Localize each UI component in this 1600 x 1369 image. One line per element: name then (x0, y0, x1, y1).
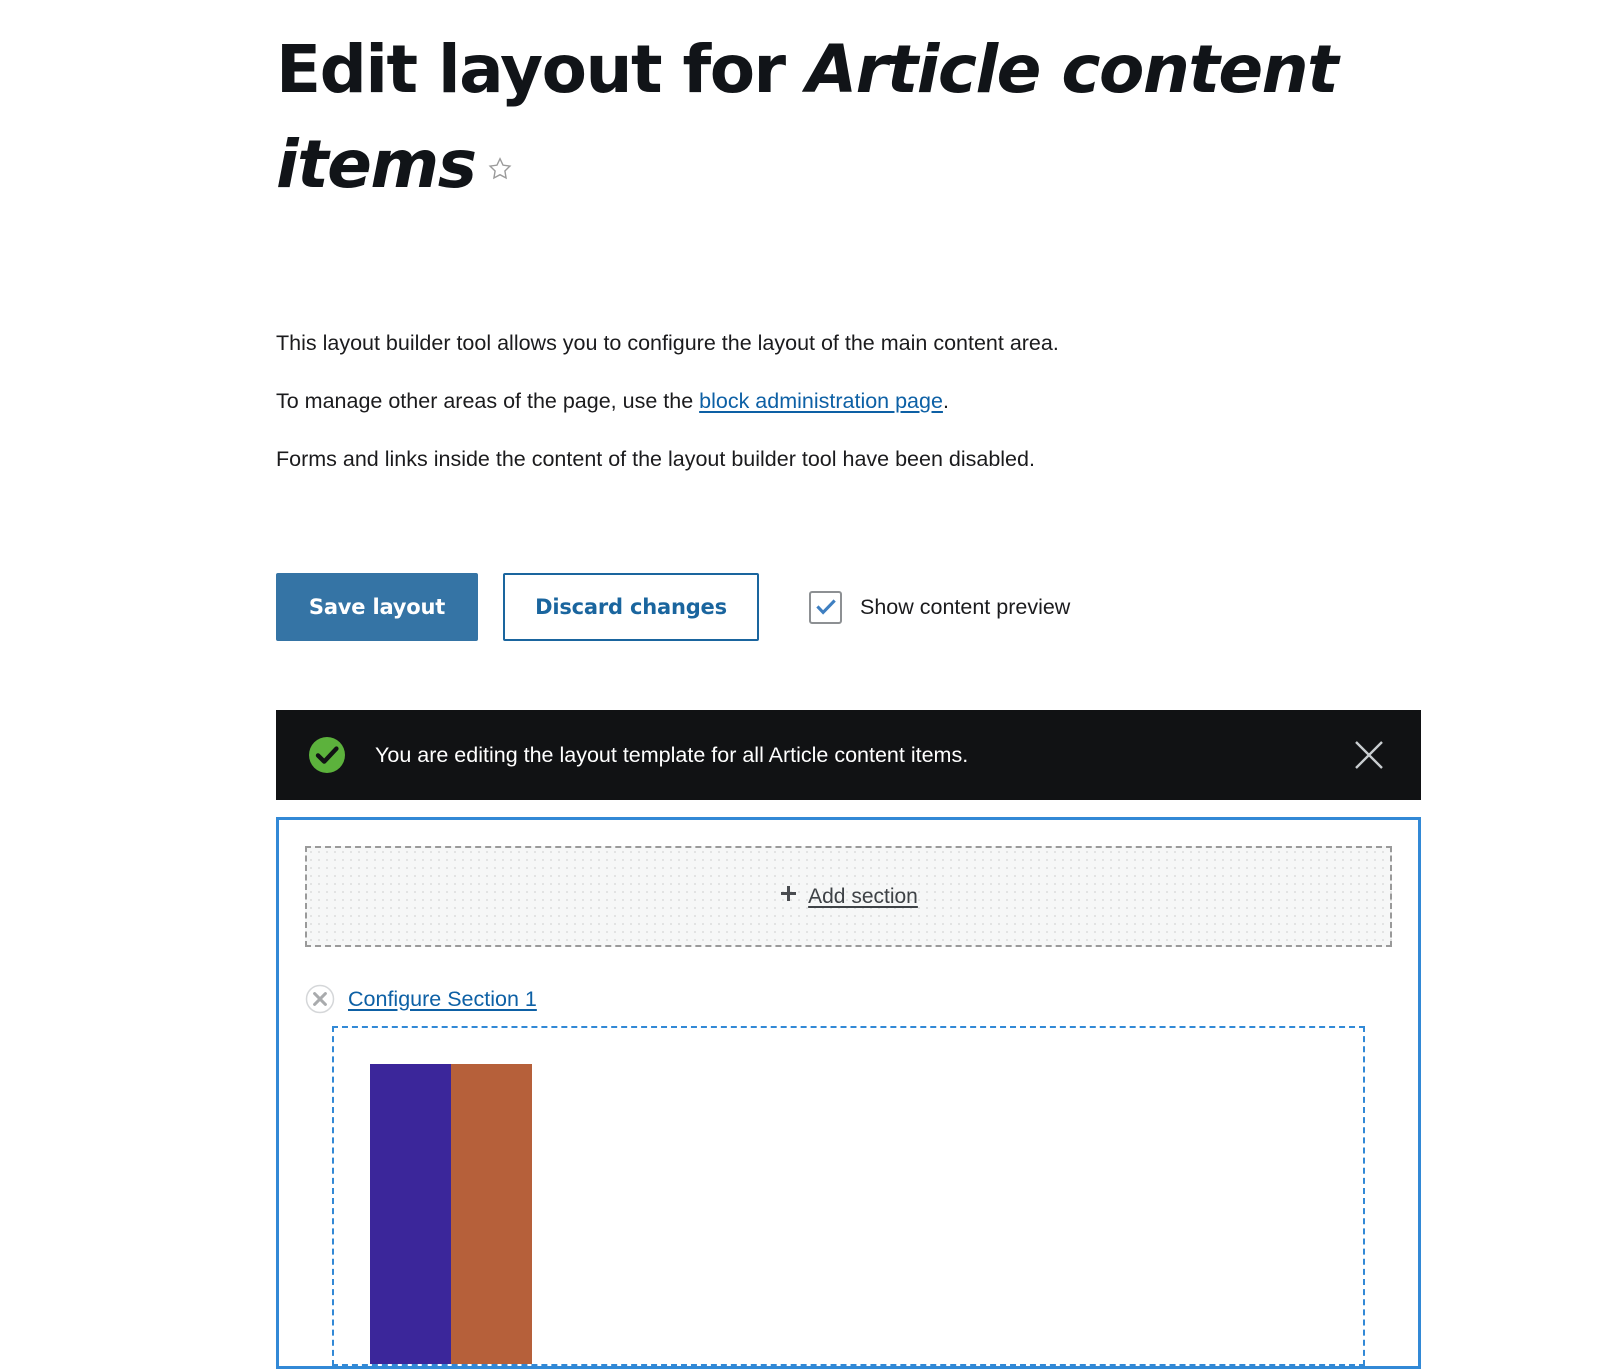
section-region[interactable] (332, 1026, 1365, 1366)
remove-circle-icon[interactable] (305, 984, 335, 1014)
check-circle-icon (308, 736, 346, 774)
intro-paragraph-2-before: To manage other areas of the page, use t… (276, 389, 700, 413)
status-message: You are editing the layout template for … (276, 710, 1421, 800)
configure-section-1-link[interactable]: Configure Section 1 (348, 987, 537, 1012)
show-content-preview-control[interactable]: Show content preview (809, 590, 1071, 624)
block-rust[interactable] (451, 1064, 532, 1364)
block-indigo[interactable] (370, 1064, 451, 1364)
intro-paragraph-2: To manage other areas of the page, use t… (276, 388, 1421, 414)
check-icon (815, 599, 836, 615)
intro-paragraph-3: Forms and links inside the content of th… (276, 447, 1035, 471)
show-content-preview-checkbox[interactable] (809, 590, 842, 624)
action-bar: Save layout Discard changes Show content… (276, 573, 1421, 641)
plus-icon (779, 884, 798, 909)
show-content-preview-label: Show content preview (860, 594, 1071, 619)
add-section-inner: Add section (779, 884, 918, 909)
page-title-prefix: Edit layout for (276, 31, 807, 108)
page-container: Edit layout for Article content items Th… (276, 0, 1421, 1369)
intro-text: This layout builder tool allows you to c… (276, 330, 1421, 472)
discard-changes-button[interactable]: Discard changes (503, 573, 759, 641)
intro-paragraph-2-after: . (942, 389, 949, 413)
block-list (370, 1064, 1363, 1364)
page-title: Edit layout for Article content items (276, 0, 1396, 212)
add-section-button[interactable]: Add section (305, 846, 1392, 947)
status-message-text: You are editing the layout template for … (375, 742, 969, 767)
star-outline-icon[interactable] (486, 113, 514, 208)
intro-paragraph-1: This layout builder tool allows you to c… (276, 331, 1059, 355)
layout-builder-canvas: Add section Configure Section 1 (276, 817, 1421, 1369)
close-icon[interactable] (1349, 735, 1389, 775)
add-section-label: Add section (808, 884, 918, 908)
save-layout-button[interactable]: Save layout (276, 573, 478, 641)
block-administration-link[interactable]: block administration page (699, 389, 943, 413)
section-header: Configure Section 1 (305, 983, 1392, 1015)
